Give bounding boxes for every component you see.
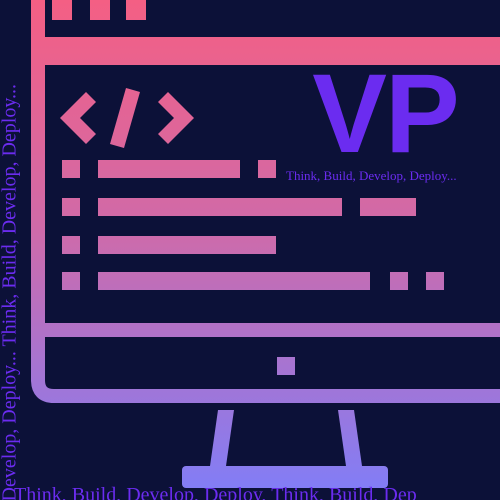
- power-dot: [277, 357, 295, 375]
- logo-artwork: VP Think, Build, Develop, Deploy... Deve…: [0, 0, 500, 500]
- monitor-stand: [182, 410, 388, 488]
- code-brackets-icon: [60, 88, 194, 148]
- bottom-repeat-text: Think, Build, Develop, Deploy, Think, Bu…: [14, 484, 417, 500]
- brand-monogram: VP: [312, 51, 459, 176]
- brand-tagline: Think, Build, Develop, Deploy...: [286, 168, 457, 183]
- side-repeat-text: Develop, Deploy... Think, Build, Develop…: [0, 83, 21, 500]
- window-dots: [52, 0, 146, 20]
